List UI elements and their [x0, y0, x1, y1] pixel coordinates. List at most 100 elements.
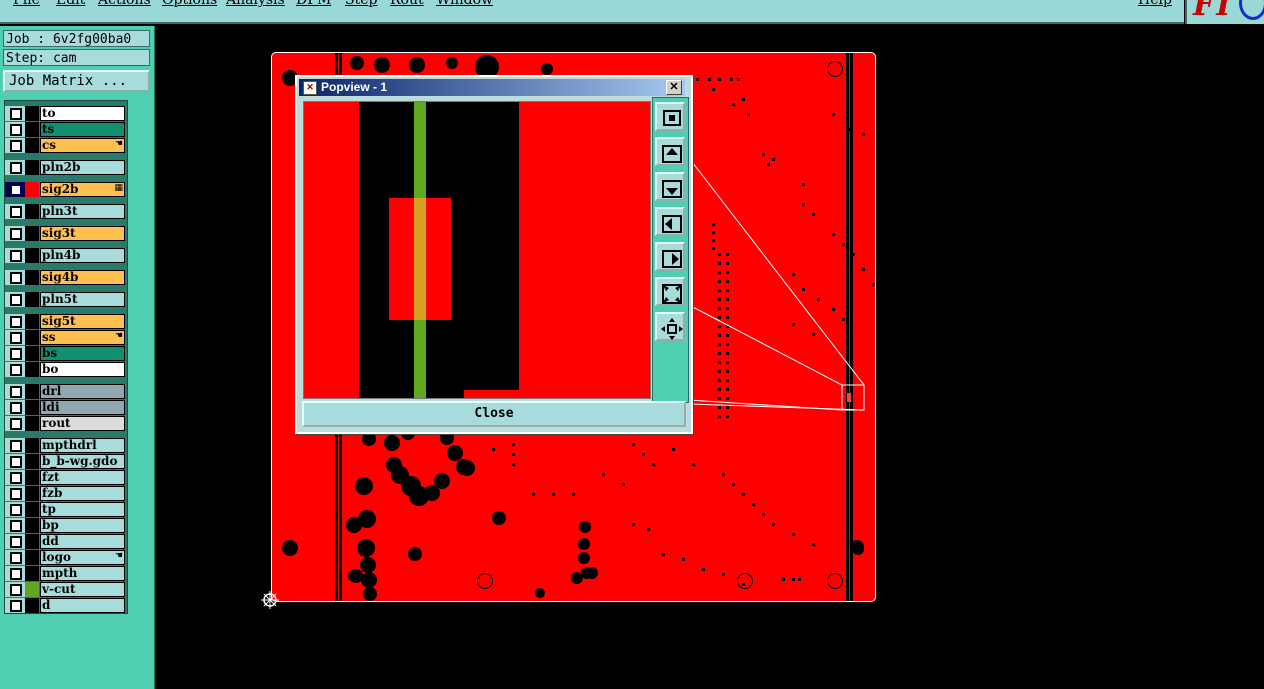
layer-name[interactable]: bs: [40, 346, 125, 361]
menu-step[interactable]: Step: [345, 0, 377, 8]
layer-row-b-b-wg-gdo[interactable]: b_b-wg.gdo: [5, 454, 127, 469]
layer-color-swatch[interactable]: [25, 470, 39, 485]
layer-name[interactable]: logo: [40, 550, 125, 565]
close-button[interactable]: Close: [302, 401, 686, 427]
pan-left-button[interactable]: [655, 207, 685, 236]
layer-name[interactable]: sig5t: [40, 314, 125, 329]
layer-name[interactable]: fzt: [40, 470, 125, 485]
layer-row-sig3t[interactable]: sig3t: [5, 226, 127, 241]
pan-down-button[interactable]: [655, 172, 685, 201]
layer-name[interactable]: drl: [40, 384, 125, 399]
layer-color-swatch[interactable]: [25, 438, 39, 453]
layer-color-swatch[interactable]: [25, 248, 39, 263]
layer-checkbox[interactable]: [10, 600, 22, 612]
layer-checkbox[interactable]: [10, 504, 22, 516]
menu-edit[interactable]: Edit: [56, 0, 85, 8]
layer-color-swatch[interactable]: [25, 582, 39, 597]
menu-analysis[interactable]: Analysis: [226, 0, 285, 8]
layer-checkbox[interactable]: [10, 108, 22, 120]
layer-color-swatch[interactable]: [25, 270, 39, 285]
layer-checkbox[interactable]: [10, 568, 22, 580]
layer-row-pln4b[interactable]: pln4b: [5, 248, 127, 263]
layer-color-swatch[interactable]: [25, 534, 39, 549]
layer-color-swatch[interactable]: [25, 486, 39, 501]
layer-checkbox[interactable]: [10, 124, 22, 136]
layer-checkbox[interactable]: [10, 316, 22, 328]
popview-titlebar[interactable]: ✕ Popview - 1 ✕: [299, 79, 685, 96]
layer-checkbox[interactable]: [10, 418, 22, 430]
layer-row-mpth[interactable]: mpth: [5, 566, 127, 581]
layer-color-swatch[interactable]: [25, 454, 39, 469]
layer-row-bo[interactable]: bo: [5, 362, 127, 377]
layer-row-ts[interactable]: ts: [5, 122, 127, 137]
layer-color-swatch[interactable]: [25, 292, 39, 307]
layer-checkbox[interactable]: [10, 536, 22, 548]
layer-row-logo[interactable]: logo ☚: [5, 550, 127, 565]
layer-row-dd[interactable]: dd: [5, 534, 127, 549]
layer-checkbox[interactable]: [10, 162, 22, 174]
layer-checkbox[interactable]: [10, 272, 22, 284]
layer-row-pln3t[interactable]: pln3t: [5, 204, 127, 219]
layer-name[interactable]: rout: [40, 416, 125, 431]
layer-name[interactable]: ts: [40, 122, 125, 137]
layer-color-swatch[interactable]: [25, 400, 39, 415]
layer-name[interactable]: dd: [40, 534, 125, 549]
layer-checkbox[interactable]: [10, 488, 22, 500]
menu-window[interactable]: Window: [436, 0, 493, 8]
layer-row-sig4b[interactable]: sig4b: [5, 270, 127, 285]
popview-canvas[interactable]: [303, 101, 651, 399]
layer-color-swatch[interactable]: [25, 226, 39, 241]
layer-checkbox[interactable]: [10, 552, 22, 564]
pan-right-button[interactable]: [655, 242, 685, 271]
layer-name[interactable]: d: [40, 598, 125, 613]
zoom-fit-button[interactable]: [655, 102, 685, 131]
layer-color-swatch[interactable]: [25, 182, 39, 197]
layer-name[interactable]: pln5t: [40, 292, 125, 307]
layer-color-swatch[interactable]: [25, 138, 39, 153]
layer-color-swatch[interactable]: [25, 314, 39, 329]
menu-actions[interactable]: Actions: [98, 0, 151, 8]
layer-color-swatch[interactable]: [25, 204, 39, 219]
layer-row-sig2b[interactable]: sig2b ▦: [5, 182, 127, 197]
layer-checkbox[interactable]: [10, 402, 22, 414]
layer-name[interactable]: pln2b: [40, 160, 125, 175]
layer-checkbox[interactable]: [10, 294, 22, 306]
layer-color-swatch[interactable]: [25, 518, 39, 533]
layer-row-pln2b[interactable]: pln2b: [5, 160, 127, 175]
layer-name[interactable]: ldi: [40, 400, 125, 415]
layer-name[interactable]: ss: [40, 330, 125, 345]
layer-checkbox[interactable]: [10, 332, 22, 344]
layer-checkbox[interactable]: [10, 520, 22, 532]
layer-checkbox[interactable]: [10, 472, 22, 484]
layer-name[interactable]: cs: [40, 138, 125, 153]
layer-checkbox[interactable]: [12, 186, 20, 194]
job-matrix-button[interactable]: Job Matrix ...: [3, 70, 150, 92]
layer-row-ldi[interactable]: ldi: [5, 400, 127, 415]
layer-color-swatch[interactable]: [25, 416, 39, 431]
layer-color-swatch[interactable]: [25, 330, 39, 345]
menu-rout[interactable]: Rout: [390, 0, 424, 8]
layer-checkbox[interactable]: [10, 386, 22, 398]
layer-name[interactable]: pln4b: [40, 248, 125, 263]
layer-checkbox[interactable]: [10, 140, 22, 152]
layer-color-swatch[interactable]: [25, 122, 39, 137]
layer-color-swatch[interactable]: [25, 346, 39, 361]
layer-color-swatch[interactable]: [25, 566, 39, 581]
layer-row-bs[interactable]: bs: [5, 346, 127, 361]
layer-name[interactable]: fzb: [40, 486, 125, 501]
layer-row-bp[interactable]: bp: [5, 518, 127, 533]
menu-file[interactable]: File: [13, 0, 40, 8]
layer-row-cs[interactable]: cs ☚: [5, 138, 127, 153]
layer-color-swatch[interactable]: [25, 384, 39, 399]
layer-row-fzb[interactable]: fzb: [5, 486, 127, 501]
zoom-out-button[interactable]: [655, 277, 685, 306]
layer-checkbox[interactable]: [10, 364, 22, 376]
layer-color-swatch[interactable]: [25, 502, 39, 517]
layer-name[interactable]: b_b-wg.gdo: [40, 454, 125, 469]
layer-checkbox[interactable]: [10, 228, 22, 240]
pan-up-button[interactable]: [655, 137, 685, 166]
layer-name[interactable]: sig2b: [40, 182, 125, 197]
layer-name[interactable]: v-cut: [40, 582, 125, 597]
layer-row-rout[interactable]: rout: [5, 416, 127, 431]
close-icon[interactable]: ✕: [666, 80, 682, 95]
